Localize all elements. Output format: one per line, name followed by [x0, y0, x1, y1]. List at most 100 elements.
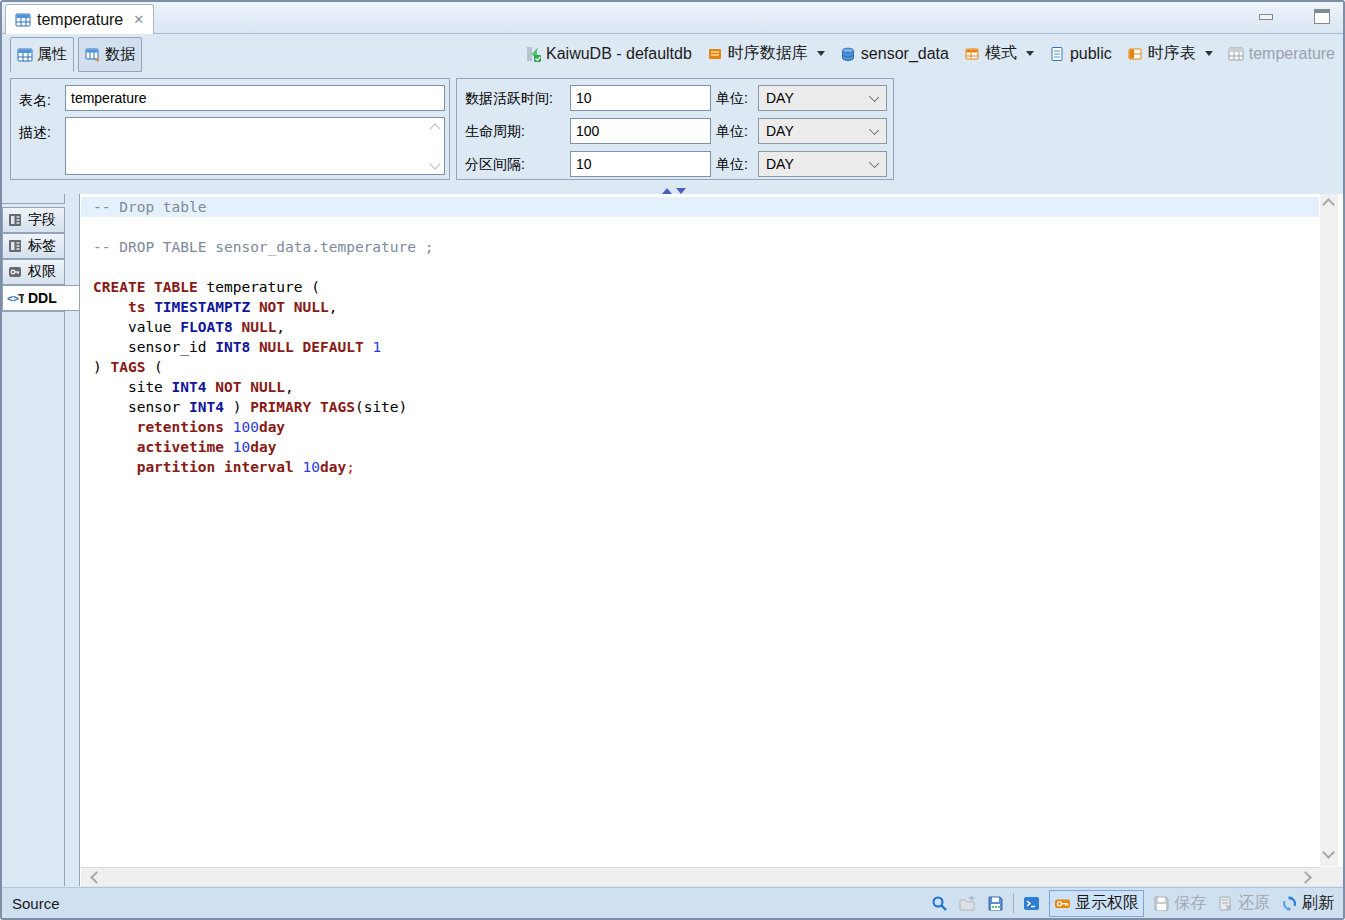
breadcrumb-schema-type-label: 模式	[985, 43, 1017, 64]
refresh-icon	[1281, 895, 1298, 912]
sidebar-item-权限[interactable]: 权限	[2, 259, 65, 285]
code-line	[81, 257, 1319, 277]
table-name-input[interactable]: temperature	[65, 85, 445, 111]
unit-select[interactable]: DAY	[758, 118, 887, 144]
schema-doc-icon	[1049, 46, 1065, 62]
source-tab[interactable]: Source	[12, 895, 60, 912]
breadcrumb-schema-type[interactable]: 模式	[964, 43, 1034, 64]
breadcrumb-db-type-label: 时序数据库	[728, 43, 808, 64]
code-line: ts TIMESTAMPTZ NOT NULL,	[81, 297, 1319, 317]
chevron-down-icon	[869, 92, 879, 102]
floppy-save-icon	[987, 895, 1004, 912]
breadcrumb-connection-label: KaiwuDB - defaultdb	[546, 45, 692, 63]
breadcrumb-database[interactable]: sensor_data	[840, 45, 949, 63]
editor-tab-bar: temperature ✕	[2, 2, 1343, 34]
statusbar-button-label: 刷新	[1302, 893, 1334, 914]
sidebar-item-label: 权限	[28, 263, 56, 281]
revert-icon	[1217, 895, 1234, 912]
chevron-down-icon[interactable]	[817, 51, 825, 56]
breadcrumb-schema[interactable]: public	[1049, 45, 1112, 63]
description-label: 描述:	[19, 124, 51, 142]
tab-properties-label: 属性	[37, 45, 67, 64]
scroll-right-icon[interactable]	[1302, 873, 1311, 882]
sidebar-item-DDL[interactable]: <>T DDL	[2, 285, 81, 311]
statusbar-button-console[interactable]	[1021, 893, 1042, 914]
editor-tab-label: temperature	[37, 11, 123, 29]
sidebar-item-字段[interactable]: 字段	[2, 207, 65, 233]
form-row-label: 生命周期:	[465, 123, 525, 141]
scroll-up-icon[interactable]	[430, 122, 440, 132]
code-line: sensor_id INT8 NULL DEFAULT 1	[81, 337, 1319, 357]
breadcrumb-database-label: sensor_data	[861, 45, 949, 63]
code-line: activetime 10day	[81, 437, 1319, 457]
horizontal-scrollbar[interactable]	[81, 867, 1319, 886]
properties-table-icon	[17, 47, 33, 63]
sql-editor[interactable]: -- Drop table-- DROP TABLE sensor_data.t…	[81, 194, 1319, 866]
code-line: ) TAGS (	[81, 357, 1319, 377]
sidebar: 字段 标签 权限 <>T DDL	[2, 194, 80, 886]
statusbar-button-persist[interactable]	[985, 893, 1006, 914]
chevron-down-icon[interactable]	[1026, 51, 1034, 56]
table-gray-icon	[1228, 46, 1244, 62]
unit-label: 单位:	[716, 123, 748, 141]
code-line: site INT4 NOT NULL,	[81, 377, 1319, 397]
table-name-label: 表名:	[19, 92, 51, 110]
chevron-down-icon[interactable]	[1205, 51, 1213, 56]
form-row-label: 数据活跃时间:	[465, 90, 553, 108]
statusbar-button-label: 还原	[1238, 893, 1270, 914]
chevron-down-icon	[869, 158, 879, 168]
search-icon	[931, 895, 948, 912]
sidebar-item-label: 字段	[28, 211, 56, 229]
form-row-input[interactable]: 10	[570, 151, 711, 177]
terminal-icon	[1023, 895, 1040, 912]
database-icon	[840, 46, 856, 62]
statusbar-button-search[interactable]	[929, 893, 950, 914]
form-row-input[interactable]: 100	[570, 118, 711, 144]
data-grid-icon	[85, 47, 101, 63]
chevron-down-icon	[869, 125, 879, 135]
scroll-up-icon[interactable]	[1324, 200, 1333, 209]
tab-data[interactable]: 数据	[78, 37, 142, 72]
floppy-icon	[1153, 895, 1170, 912]
scroll-down-icon[interactable]	[430, 160, 440, 170]
unit-label: 单位:	[716, 156, 748, 174]
table-icon	[15, 12, 31, 28]
code-line: -- DROP TABLE sensor_data.temperature ;	[81, 237, 1319, 257]
maximize-icon[interactable]	[1314, 9, 1330, 24]
breadcrumb-schema-label: public	[1070, 45, 1112, 63]
statusbar-button-open-folder[interactable]	[957, 893, 978, 914]
description-textarea[interactable]	[65, 117, 445, 175]
unit-select[interactable]: DAY	[758, 151, 887, 177]
main-area: 字段 标签 权限 <>T DDL -- Drop table-- DROP TA…	[2, 194, 1343, 886]
statusbar-button-save[interactable]: 保存	[1151, 891, 1208, 916]
code-line: sensor INT4 ) PRIMARY TAGS(site)	[81, 397, 1319, 417]
statusbar-button-refresh[interactable]: 刷新	[1279, 891, 1336, 916]
unit-label: 单位:	[716, 90, 748, 108]
folder-add-icon	[959, 895, 976, 912]
breadcrumb-table-type-label: 时序表	[1148, 43, 1196, 64]
table-info-group: 表名: temperature 描述:	[10, 78, 450, 180]
schema-icon	[964, 46, 980, 62]
tab-properties[interactable]: 属性	[10, 37, 74, 72]
breadcrumb-db-type[interactable]: 时序数据库	[707, 43, 825, 64]
ddl-icon: <>T	[7, 290, 24, 306]
statusbar-button-label: 保存	[1174, 893, 1206, 914]
code-line: retentions 100day	[81, 417, 1319, 437]
form-row-input[interactable]: 10	[570, 85, 711, 111]
scroll-down-icon[interactable]	[1324, 851, 1333, 860]
close-tab-icon[interactable]: ✕	[133, 12, 144, 27]
code-line	[81, 217, 1319, 237]
editor-tab-temperature[interactable]: temperature ✕	[5, 4, 154, 34]
ts-database-icon	[707, 46, 723, 62]
unit-select[interactable]: DAY	[758, 85, 887, 111]
scroll-left-icon[interactable]	[89, 873, 98, 882]
statusbar-button-label: 显示权限	[1075, 893, 1139, 914]
statusbar-button-show-perms[interactable]: 显示权限	[1049, 890, 1144, 917]
statusbar-button-revert[interactable]: 还原	[1215, 891, 1272, 916]
vertical-scrollbar[interactable]	[1320, 194, 1338, 866]
minimize-icon[interactable]	[1259, 14, 1273, 20]
sidebar-item-标签[interactable]: 标签	[2, 233, 65, 259]
ts-table-icon	[1127, 46, 1143, 62]
breadcrumb-connection[interactable]: KaiwuDB - defaultdb	[525, 45, 692, 63]
breadcrumb-table-type[interactable]: 时序表	[1127, 43, 1213, 64]
